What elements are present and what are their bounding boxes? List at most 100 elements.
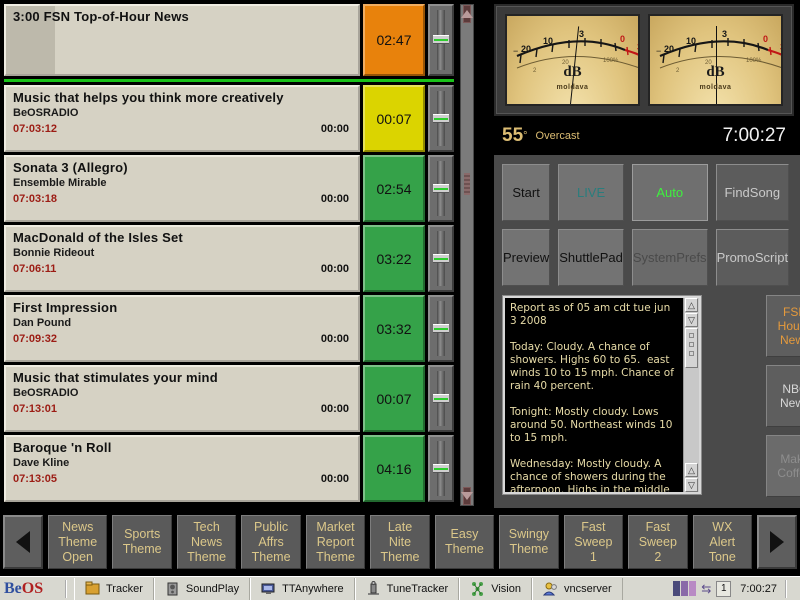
playlist-row[interactable]: Music that stimulates your mind BeOSRADIO… <box>4 365 454 432</box>
weather-report-box[interactable]: Report as of 05 am cdt tue jun 3 2008 To… <box>502 295 702 495</box>
theme-prev-button[interactable] <box>3 515 43 569</box>
scroll-down-arrow-icon[interactable] <box>461 487 473 505</box>
playlist-row-body[interactable]: MacDonald of the Isles Set Bonnie Rideout… <box>4 225 360 292</box>
playlist-row-body[interactable]: Baroque 'n Roll Dave Kline 07:13:05 00:00 <box>4 435 360 502</box>
vu-meter-panel: − 20 10 3 0 3 + 2 20 100% dB moldava <box>494 4 794 116</box>
track-elapsed: 00:00 <box>320 333 349 345</box>
tray-grip[interactable] <box>785 579 791 598</box>
track-volume-fader[interactable] <box>428 365 454 432</box>
playlist-scroll-thumb[interactable] <box>464 173 470 195</box>
wx-scroll-up-icon-bottom[interactable]: △ <box>685 463 698 477</box>
track-volume-fader[interactable] <box>428 225 454 292</box>
playlist-row[interactable]: Music that helps you think more creative… <box>4 85 454 152</box>
theme-button-tech-news-theme[interactable]: Tech News Theme <box>176 515 237 569</box>
taskbar-task-label: Tracker <box>106 582 143 595</box>
taskbar-grip[interactable] <box>65 579 71 598</box>
taskbar-task-soundplay[interactable]: SoundPlay <box>153 577 251 600</box>
playlist-row-body[interactable]: Sonata 3 (Allegro) Ensemble Mirable 07:03:… <box>4 155 360 222</box>
control-button-find-song[interactable]: Find Song <box>715 164 790 221</box>
weather-report-scrollbar[interactable]: △ ▽ △ ▽ <box>683 298 699 492</box>
side-button-fsn-hourly-news[interactable]: FSNHourlyNews <box>766 295 800 357</box>
playlist-row-body[interactable]: 3:00 FSN Top-of-Hour News <box>4 4 360 76</box>
theme-button-swingy-theme[interactable]: Swingy Theme <box>499 515 559 569</box>
workspace-switch-icon[interactable]: ⇆ <box>701 582 711 596</box>
track-countdown-timer[interactable]: 03:32 <box>363 295 425 362</box>
left-arrow-icon <box>16 531 30 553</box>
taskbar-task-vncserver[interactable]: vncserver <box>531 577 623 600</box>
control-button-preview[interactable]: Preview <box>502 229 551 286</box>
control-button-live[interactable]: LIVE <box>558 164 624 221</box>
track-volume-fader[interactable] <box>428 85 454 152</box>
track-countdown-timer[interactable]: 00:07 <box>363 365 425 432</box>
taskbar-task-tunetracker[interactable]: TuneTracker <box>354 577 460 600</box>
wx-scroll-down-icon-bottom[interactable]: ▽ <box>685 478 698 492</box>
fader-knob[interactable] <box>433 463 449 473</box>
theme-button-fast-sweep-2[interactable]: Fast Sweep 2 <box>628 515 688 569</box>
fader-knob[interactable] <box>433 323 449 333</box>
svg-text:3: 3 <box>722 29 727 39</box>
playlist-row[interactable]: MacDonald of the Isles Set Bonnie Rideout… <box>4 225 454 292</box>
track-volume-fader[interactable] <box>428 295 454 362</box>
playlist-scrollbar[interactable] <box>458 4 476 506</box>
track-countdown-timer[interactable]: 02:47 <box>363 4 425 76</box>
track-countdown-timer[interactable]: 04:16 <box>363 435 425 502</box>
theme-button-wx-alert-tone[interactable]: WX Alert Tone <box>692 515 752 569</box>
track-volume-fader[interactable] <box>428 4 454 76</box>
control-button-promo-script[interactable]: Promo Script <box>715 229 790 286</box>
theme-next-button[interactable] <box>757 515 797 569</box>
theme-button-public-affrs-theme[interactable]: Public Affrs Theme <box>241 515 301 569</box>
track-countdown-timer[interactable]: 00:07 <box>363 85 425 152</box>
track-artist: Dave Kline <box>13 457 70 469</box>
track-times: 07:03:12 00:00 <box>13 122 351 136</box>
track-volume-fader[interactable] <box>428 435 454 502</box>
theme-button-fast-sweep-1[interactable]: Fast Sweep 1 <box>563 515 624 569</box>
side-button-make-coffee[interactable]: MakeCoffee <box>766 435 800 497</box>
fader-knob[interactable] <box>433 183 449 193</box>
taskbar-task-ttanywhere[interactable]: TTAnywhere <box>250 577 355 600</box>
workspace-number[interactable]: 1 <box>716 580 732 597</box>
playlist-row[interactable]: Baroque 'n Roll Dave Kline 07:13:05 00:00 04… <box>4 435 454 502</box>
scroll-up-arrow-icon[interactable] <box>461 5 473 23</box>
playlist-row-body[interactable]: Music that stimulates your mind BeOSRADIO… <box>4 365 360 432</box>
right-arrow-icon <box>770 531 784 553</box>
taskbar-task-vision[interactable]: Vision <box>459 577 532 600</box>
control-button-start[interactable]: Start <box>502 164 551 221</box>
wx-scroll-thumb[interactable] <box>685 328 698 368</box>
fader-knob[interactable] <box>433 253 449 263</box>
track-artist: Dan Pound <box>13 317 72 329</box>
playlist-panel[interactable]: 3:00 FSN Top-of-Hour News 02:47 Music that… <box>0 0 456 508</box>
playlist-row[interactable]: Sonata 3 (Allegro) Ensemble Mirable 07:03:… <box>4 155 454 222</box>
theme-button-news-theme-open[interactable]: News Theme Open <box>48 515 108 569</box>
wx-scroll-up-icon[interactable]: △ <box>685 298 698 312</box>
track-volume-fader[interactable] <box>428 155 454 222</box>
playlist-scroll-track[interactable] <box>460 4 474 506</box>
playlist-row[interactable]: First Impression Dan Pound 07:09:32 00:00 03… <box>4 295 454 362</box>
track-countdown-timer[interactable]: 02:54 <box>363 155 425 222</box>
beos-logo[interactable]: BeOS <box>0 580 62 598</box>
control-button-auto[interactable]: Auto <box>631 164 708 221</box>
playlist-row-body[interactable]: First Impression Dan Pound 07:09:32 00:00 <box>4 295 360 362</box>
svg-text:3: 3 <box>780 42 783 52</box>
playlist-row-text: Music that stimulates your mind BeOSRADIO… <box>6 367 358 416</box>
track-title: Sonata 3 (Allegro) <box>13 160 128 175</box>
control-button-system-prefs[interactable]: System Prefs <box>631 229 708 286</box>
side-button-nbc-news[interactable]: NBCNews <box>766 365 800 427</box>
theme-button-late-nite-theme[interactable]: Late Nite Theme <box>370 515 430 569</box>
track-times: 07:06:11 00:00 <box>13 262 351 276</box>
monitor-icon <box>261 581 276 596</box>
fader-knob[interactable] <box>433 113 449 123</box>
track-artist: BeOSRADIO <box>13 387 79 399</box>
track-countdown-timer[interactable]: 03:22 <box>363 225 425 292</box>
playlist-row-body[interactable]: Music that helps you think more creative… <box>4 85 360 152</box>
playlist-row[interactable]: 3:00 FSN Top-of-Hour News 02:47 <box>4 4 454 76</box>
taskbar-task-tracker[interactable]: Tracker <box>74 577 154 600</box>
taskbar-clock[interactable]: 7:00:27 <box>736 583 777 595</box>
control-button-shuttle-pad[interactable]: Shuttle Pad <box>558 229 624 286</box>
theme-button-market-report-theme[interactable]: Market Report Theme <box>305 515 366 569</box>
fader-knob[interactable] <box>433 35 449 44</box>
theme-button-sports-theme[interactable]: Sports Theme <box>112 515 172 569</box>
fader-knob[interactable] <box>433 393 449 403</box>
theme-button-easy-theme[interactable]: Easy Theme <box>434 515 495 569</box>
wx-scroll-down-icon[interactable]: ▽ <box>685 313 698 327</box>
workspace-thumbnail-icon[interactable] <box>673 581 697 596</box>
